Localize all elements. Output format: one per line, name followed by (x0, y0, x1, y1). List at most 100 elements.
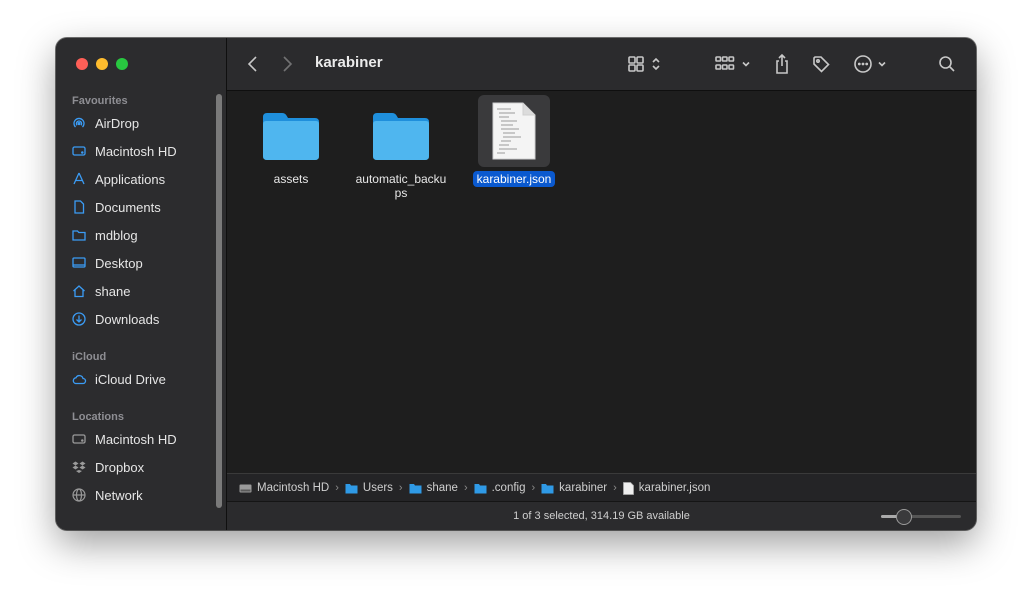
dropbox-icon (70, 458, 88, 476)
share-icon (776, 53, 788, 74)
view-mode-button[interactable] (627, 52, 662, 76)
sidebar-section-favourites: Favourites (72, 95, 128, 107)
status-bar: 1 of 3 selected, 314.19 GB available (227, 501, 976, 530)
folder-icon (263, 113, 319, 160)
file-thumbnail (478, 95, 550, 167)
path-crumb-label: shane (426, 482, 458, 494)
sidebar-item-label: Macintosh HD (95, 143, 177, 159)
file-icon (622, 481, 634, 495)
chevron-right-icon (283, 56, 293, 72)
file-item-karabiner-json[interactable]: karabiner.json (459, 95, 569, 187)
sidebar-section-locations: Locations (72, 411, 124, 423)
sidebar-item-label: Desktop (95, 255, 143, 271)
chevron-right-icon: › (613, 482, 617, 494)
back-button[interactable] (245, 52, 261, 76)
sidebar-item-label: Documents (95, 199, 161, 215)
search-icon (939, 56, 955, 72)
chevron-right-icon: › (463, 482, 468, 494)
globe-icon (70, 486, 88, 504)
sidebar-item-applications[interactable]: Applications (70, 167, 165, 191)
forward-button[interactable] (279, 52, 295, 76)
sidebar-item-documents[interactable]: Documents (70, 195, 161, 219)
path-crumb-shane[interactable]: shane (409, 482, 458, 494)
folder-icon (70, 226, 88, 244)
chevron-down-icon (742, 61, 750, 67)
applications-icon (70, 170, 88, 188)
file-name: assets (273, 172, 309, 186)
path-crumb-label: karabiner.json (638, 482, 711, 494)
sidebar-item-dropbox[interactable]: Dropbox (70, 455, 144, 479)
desktop-icon (70, 254, 88, 272)
path-crumb-config[interactable]: .config (474, 482, 526, 494)
folder-icon (373, 113, 429, 160)
sidebar: Favourites AirDrop Macintosh HD Applicat… (56, 38, 227, 530)
path-crumb-karabiner-json[interactable]: karabiner.json (622, 481, 711, 495)
hard-drive-icon (70, 142, 88, 160)
toolbar: karabiner (227, 38, 976, 91)
search-button[interactable] (937, 52, 957, 76)
sidebar-item-label: Macintosh HD (95, 431, 177, 447)
sidebar-item-shane[interactable]: shane (70, 279, 130, 303)
sidebar-item-icloud-drive[interactable]: iCloud Drive (70, 367, 166, 391)
sidebar-item-label: Downloads (95, 311, 160, 327)
file-name: automatic_backu ps (355, 172, 447, 200)
sidebar-item-desktop[interactable]: Desktop (70, 251, 143, 275)
folder-icon (474, 483, 487, 493)
file-name-selected[interactable]: karabiner.json (472, 171, 556, 187)
group-button[interactable] (715, 52, 752, 76)
sidebar-item-label: shane (95, 283, 131, 299)
sidebar-item-label: mdblog (95, 227, 138, 243)
sidebar-scrollbar[interactable] (216, 94, 222, 508)
icon-size-slider[interactable] (881, 509, 961, 525)
path-crumb-label: Macintosh HD (257, 482, 330, 494)
sidebar-item-label: Applications (95, 171, 166, 187)
hard-drive-icon (239, 484, 252, 492)
sidebar-item-macintosh-hd-location[interactable]: Macintosh HD (70, 427, 177, 451)
hard-drive-icon (70, 430, 88, 448)
document-icon (70, 198, 88, 216)
share-button[interactable] (773, 52, 791, 76)
path-crumb-label: .config (491, 482, 526, 494)
home-icon (70, 282, 88, 300)
sidebar-item-label: AirDrop (95, 115, 140, 131)
file-item-assets[interactable]: assets (236, 109, 346, 186)
sidebar-item-mdblog[interactable]: mdblog (70, 223, 138, 247)
chevron-down-icon (878, 61, 886, 67)
close-button[interactable] (76, 58, 88, 70)
sidebar-item-macintosh-hd[interactable]: Macintosh HD (70, 139, 177, 163)
airdrop-icon (70, 114, 88, 132)
download-icon (70, 310, 88, 328)
window-title: karabiner (315, 54, 383, 71)
more-actions-button[interactable] (853, 52, 888, 76)
sidebar-item-label: Dropbox (95, 459, 145, 475)
sidebar-item-label: Network (95, 487, 143, 503)
tag-icon (813, 56, 830, 73)
group-grid-icon (715, 56, 735, 70)
path-crumb-label: Users (362, 482, 393, 494)
sidebar-item-airdrop[interactable]: AirDrop (70, 111, 139, 135)
zoom-button[interactable] (116, 58, 128, 70)
ellipsis-circle-icon (854, 55, 872, 73)
chevron-left-icon (247, 56, 257, 72)
sidebar-item-label: iCloud Drive (95, 371, 166, 387)
chevron-updown-icon (652, 57, 660, 71)
sidebar-item-network[interactable]: Network (70, 483, 143, 507)
path-crumb-karabiner[interactable]: karabiner (541, 482, 607, 494)
slider-knob[interactable] (896, 509, 913, 525)
json-file-icon (492, 102, 536, 160)
finder-window: Favourites AirDrop Macintosh HD Applicat… (56, 38, 976, 530)
folder-icon (541, 483, 554, 493)
path-crumb-macintosh-hd[interactable]: Macintosh HD (239, 482, 329, 494)
sidebar-item-downloads[interactable]: Downloads (70, 307, 159, 331)
folder-icon (345, 483, 358, 493)
file-item-automatic-backups[interactable]: automatic_backu ps (346, 109, 456, 200)
path-bar: Macintosh HD › Users › shane › .config ›… (227, 473, 976, 502)
chevron-right-icon: › (398, 482, 403, 494)
tags-button[interactable] (811, 52, 831, 76)
file-browser: assets automatic_backu ps karabiner.json (227, 91, 976, 474)
path-crumb-label: karabiner (559, 482, 608, 494)
grid-view-icon (628, 56, 644, 72)
minimize-button[interactable] (96, 58, 108, 70)
path-crumb-users[interactable]: Users (345, 482, 393, 494)
cloud-icon (70, 370, 88, 388)
